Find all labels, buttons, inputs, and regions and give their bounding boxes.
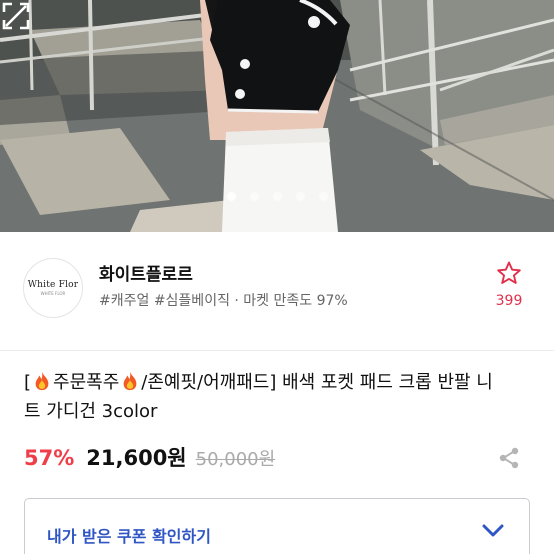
shop-logo[interactable]: White Flor WHITE FLOR <box>23 258 83 318</box>
carousel-dot[interactable] <box>272 192 282 201</box>
title-bracket: [ <box>24 372 32 393</box>
expand-icon[interactable] <box>0 0 32 32</box>
carousel-pager[interactable] <box>0 192 554 201</box>
carousel-dot[interactable] <box>295 192 305 201</box>
chevron-down-icon <box>482 524 504 537</box>
price-row: 57% 21,600원 50,000원 <box>24 442 275 472</box>
original-price: 50,000원 <box>195 449 276 470</box>
coupon-check-button[interactable]: 내가 받은 쿠폰 확인하기 <box>24 498 530 554</box>
title-hot-text: 주문폭주 <box>53 372 120 393</box>
shop-info[interactable]: White Flor WHITE FLOR 화이트플로르 #캐주얼 #심플베이직… <box>0 232 554 350</box>
favorite-count: 399 <box>495 293 523 309</box>
shop-logo-subtext: WHITE FLOR <box>40 291 66 296</box>
favorite-button[interactable]: 399 <box>492 260 526 309</box>
product-image-carousel[interactable] <box>0 0 554 232</box>
share-icon[interactable] <box>497 446 521 470</box>
coupon-label: 내가 받은 쿠폰 확인하기 <box>47 527 211 546</box>
fire-icon <box>123 371 137 391</box>
section-divider <box>0 350 554 351</box>
carousel-dot[interactable] <box>318 192 328 201</box>
sale-price: 21,600원 <box>86 446 187 470</box>
fire-icon <box>35 371 49 391</box>
shop-name[interactable]: 화이트플로르 <box>99 260 193 285</box>
carousel-dot[interactable] <box>249 192 259 201</box>
carousel-dot[interactable] <box>226 192 236 201</box>
discount-rate: 57% <box>24 446 75 470</box>
shop-tags: #캐주얼 #심플베이직 · 마켓 만족도 97% <box>99 293 348 309</box>
shop-logo-text: White Flor <box>27 280 79 290</box>
star-icon <box>497 261 521 284</box>
product-title: [ 주문폭주 /존예핏/어깨패드] 배색 포켓 패드 크롭 반팔 니트 가디건 … <box>24 368 504 426</box>
